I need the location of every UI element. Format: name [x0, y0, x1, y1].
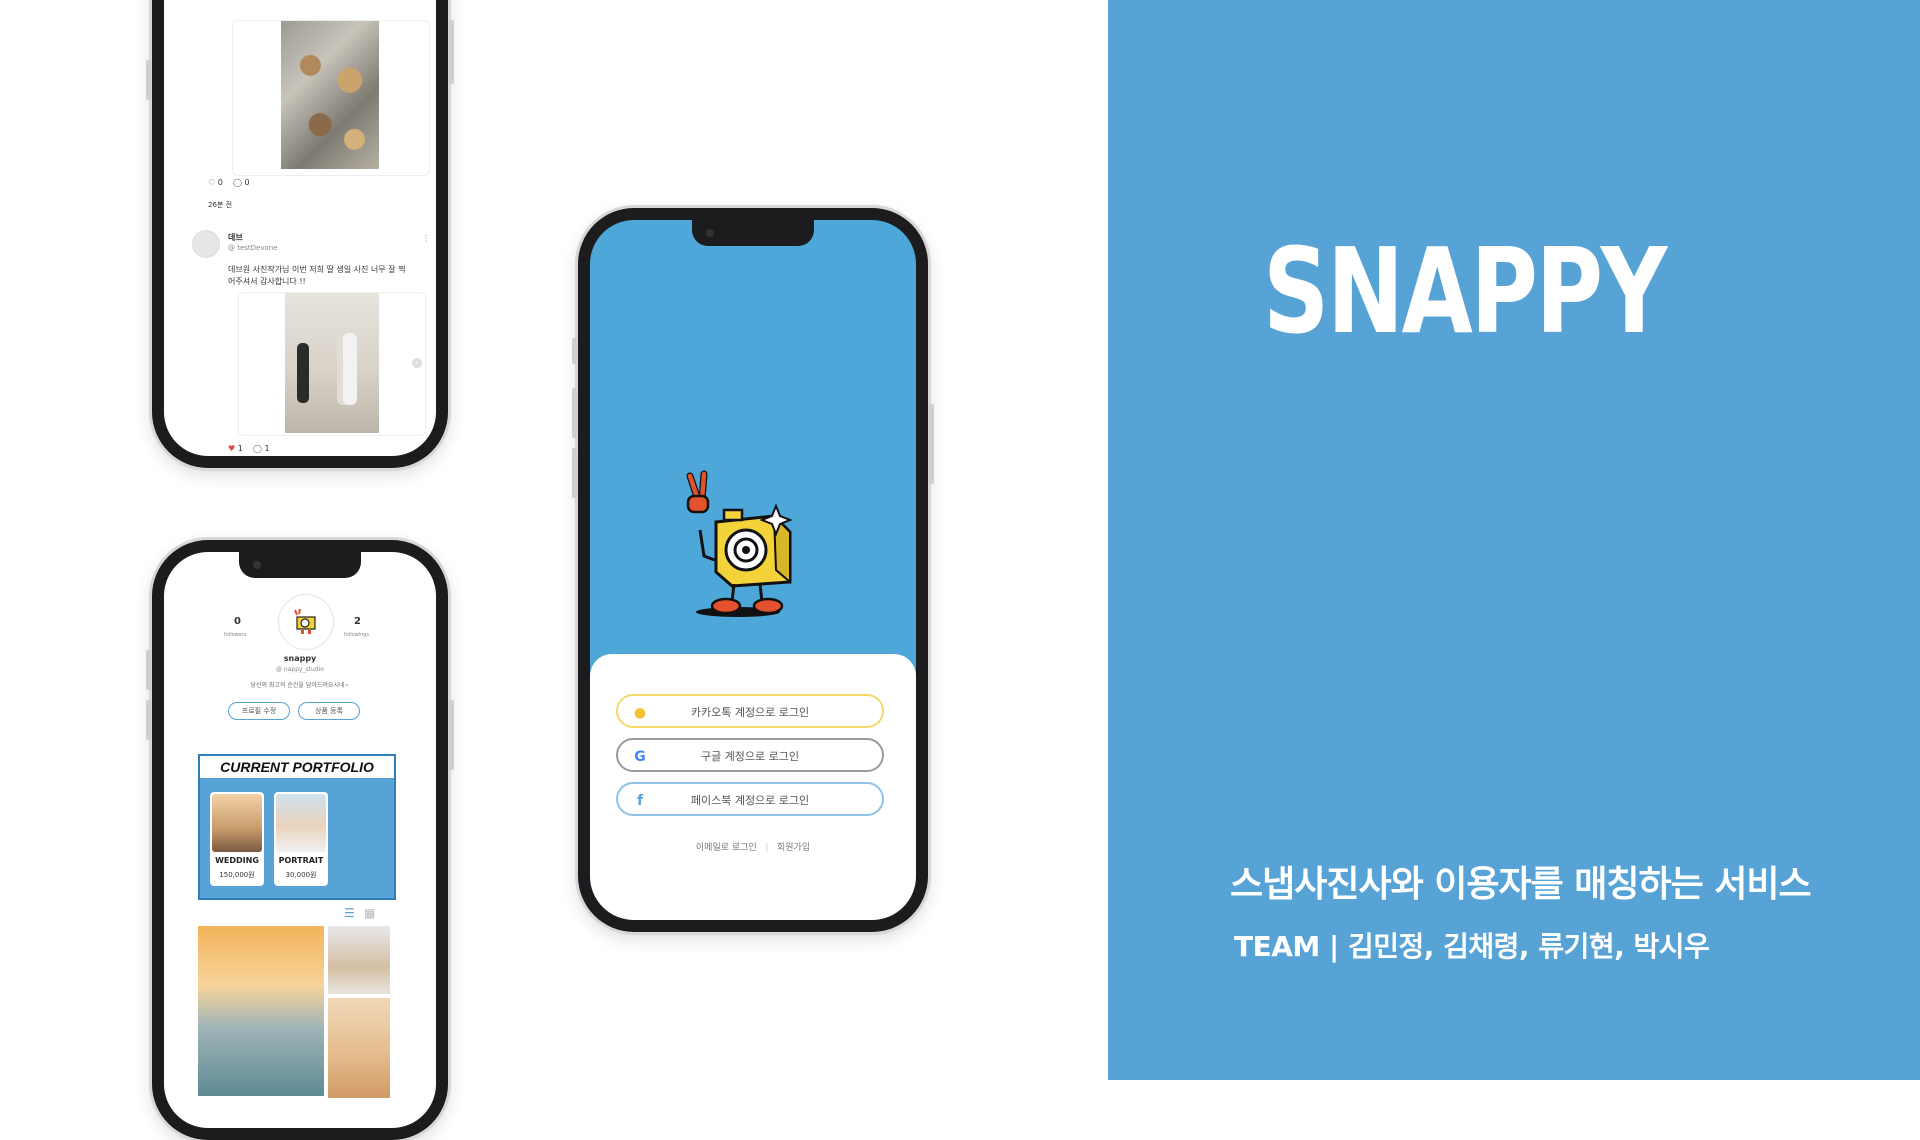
login-phone-mockup: ● 카카오톡 계정으로 로그인 G 구글 계정으로 로그인 f 페이스북 계정으…: [572, 208, 934, 932]
post2-comment-count: 1: [264, 444, 270, 453]
list-view-icon[interactable]: ☰: [344, 906, 355, 920]
post2-text-line1: 데브원 사진작가님 이번 저희 딸 생일 사진 너무 잘 찍: [228, 265, 406, 274]
post1-like-count: 0: [217, 178, 223, 187]
post2-like-count: 1: [237, 444, 243, 453]
brand-title: SNAPPY: [1263, 222, 1667, 360]
mockup-stage: ♡ 0 ◯ 0 26분 전 데브 @ testDevone ⋮ 데브원 사진작가…: [0, 0, 1108, 1140]
gallery-photo[interactable]: [328, 998, 390, 1098]
post2-author[interactable]: 데브: [228, 232, 243, 243]
profile-bio: 당신의 최고의 순간을 담아드려요시네~: [250, 682, 350, 689]
portfolio-title: CURRENT PORTFOLIO: [200, 756, 394, 778]
gallery-photo[interactable]: [198, 926, 324, 1096]
login-screen: ● 카카오톡 계정으로 로그인 G 구글 계정으로 로그인 f 페이스북 계정으…: [590, 220, 916, 920]
post1-comment-count: 0: [244, 178, 250, 187]
facebook-icon: f: [636, 793, 644, 809]
grid-view-icon[interactable]: ▦: [364, 906, 375, 920]
comment-icon[interactable]: ◯: [233, 178, 242, 187]
post2-handle: @ testDevone: [228, 244, 278, 252]
team-credits: TEAM | 김민정, 김채령, 류기현, 박시우: [1234, 930, 1710, 963]
facebook-login-button[interactable]: f 페이스북 계정으로 로그인: [616, 782, 884, 816]
avatar[interactable]: [278, 594, 334, 650]
post2-image[interactable]: [238, 292, 426, 436]
google-login-label: 구글 계정으로 로그인: [700, 750, 800, 763]
post2-like-row: ♥ 1 ◯ 1: [228, 444, 270, 453]
portfolio-banner[interactable]: CURRENT PORTFOLIO WEDDING 150,000원 PORTR…: [198, 754, 396, 900]
signup-link[interactable]: 회원가입: [777, 843, 810, 853]
followings-count[interactable]: 2: [354, 616, 361, 627]
feed-screen: ♡ 0 ◯ 0 26분 전 데브 @ testDevone ⋮ 데브원 사진작가…: [164, 0, 436, 456]
more-icon[interactable]: ⋮: [422, 234, 430, 243]
add-product-button[interactable]: 상품 등록: [298, 702, 360, 720]
portfolio-item-name: PORTRAIT: [278, 856, 324, 865]
camera-mascot-icon: [686, 470, 793, 617]
followings-label: followings: [344, 632, 370, 638]
edit-profile-button[interactable]: 프로필 수정: [228, 702, 290, 720]
gallery-photo[interactable]: [328, 926, 390, 994]
post2-text-line2: 어주셔서 감사합니다 !!: [228, 277, 306, 286]
login-sheet: ● 카카오톡 계정으로 로그인 G 구글 계정으로 로그인 f 페이스북 계정으…: [590, 654, 916, 920]
profile-name: snappy: [283, 654, 317, 663]
comment-icon[interactable]: ◯: [253, 444, 262, 453]
followers-count[interactable]: 0: [234, 616, 241, 627]
avatar[interactable]: [192, 230, 220, 258]
heart-icon[interactable]: ♡: [208, 178, 215, 187]
kakao-login-button[interactable]: ● 카카오톡 계정으로 로그인: [616, 694, 884, 728]
post1-time: 26분 전: [208, 201, 233, 209]
facebook-login-label: 페이스북 계정으로 로그인: [690, 794, 810, 807]
portfolio-item-wedding[interactable]: WEDDING 150,000원: [210, 792, 264, 886]
google-icon: G: [634, 749, 646, 765]
post1-like-row: ♡ 0 ◯ 0: [208, 178, 250, 187]
google-login-button[interactable]: G 구글 계정으로 로그인: [616, 738, 884, 772]
feed-phone-mockup: ♡ 0 ◯ 0 26분 전 데브 @ testDevone ⋮ 데브원 사진작가…: [146, 0, 454, 468]
feed-post-image[interactable]: [232, 20, 430, 176]
followers-label: followers: [224, 632, 247, 638]
kakao-login-label: 카카오톡 계정으로 로그인: [690, 706, 810, 719]
link-divider: |: [765, 843, 769, 853]
portfolio-item-name: WEDDING: [215, 856, 259, 865]
chevron-right-icon[interactable]: ›: [412, 358, 422, 368]
camera-mascot-icon: [294, 608, 316, 634]
login-links: 이메일로 로그인 | 회원가입: [590, 840, 916, 853]
profile-handle: @ nappy_studio: [276, 666, 324, 673]
email-login-link[interactable]: 이메일로 로그인: [696, 843, 757, 853]
portfolio-item-price: 150,000원: [219, 871, 255, 879]
kakao-talk-icon: ●: [633, 705, 647, 721]
profile-phone-mockup: 0 followers 2 followings snappy @ nappy_…: [146, 540, 454, 1140]
brand-tagline: 스냅사진사와 이용자를 매칭하는 서비스: [1230, 864, 1812, 905]
brand-panel: SNAPPY 스냅사진사와 이용자를 매칭하는 서비스 TEAM | 김민정, …: [1108, 0, 1920, 1080]
portfolio-item-portrait[interactable]: PORTRAIT 30,000원: [274, 792, 328, 886]
portfolio-item-price: 30,000원: [285, 871, 317, 879]
profile-screen: 0 followers 2 followings snappy @ nappy_…: [164, 552, 436, 1128]
heart-icon[interactable]: ♥: [228, 444, 235, 453]
